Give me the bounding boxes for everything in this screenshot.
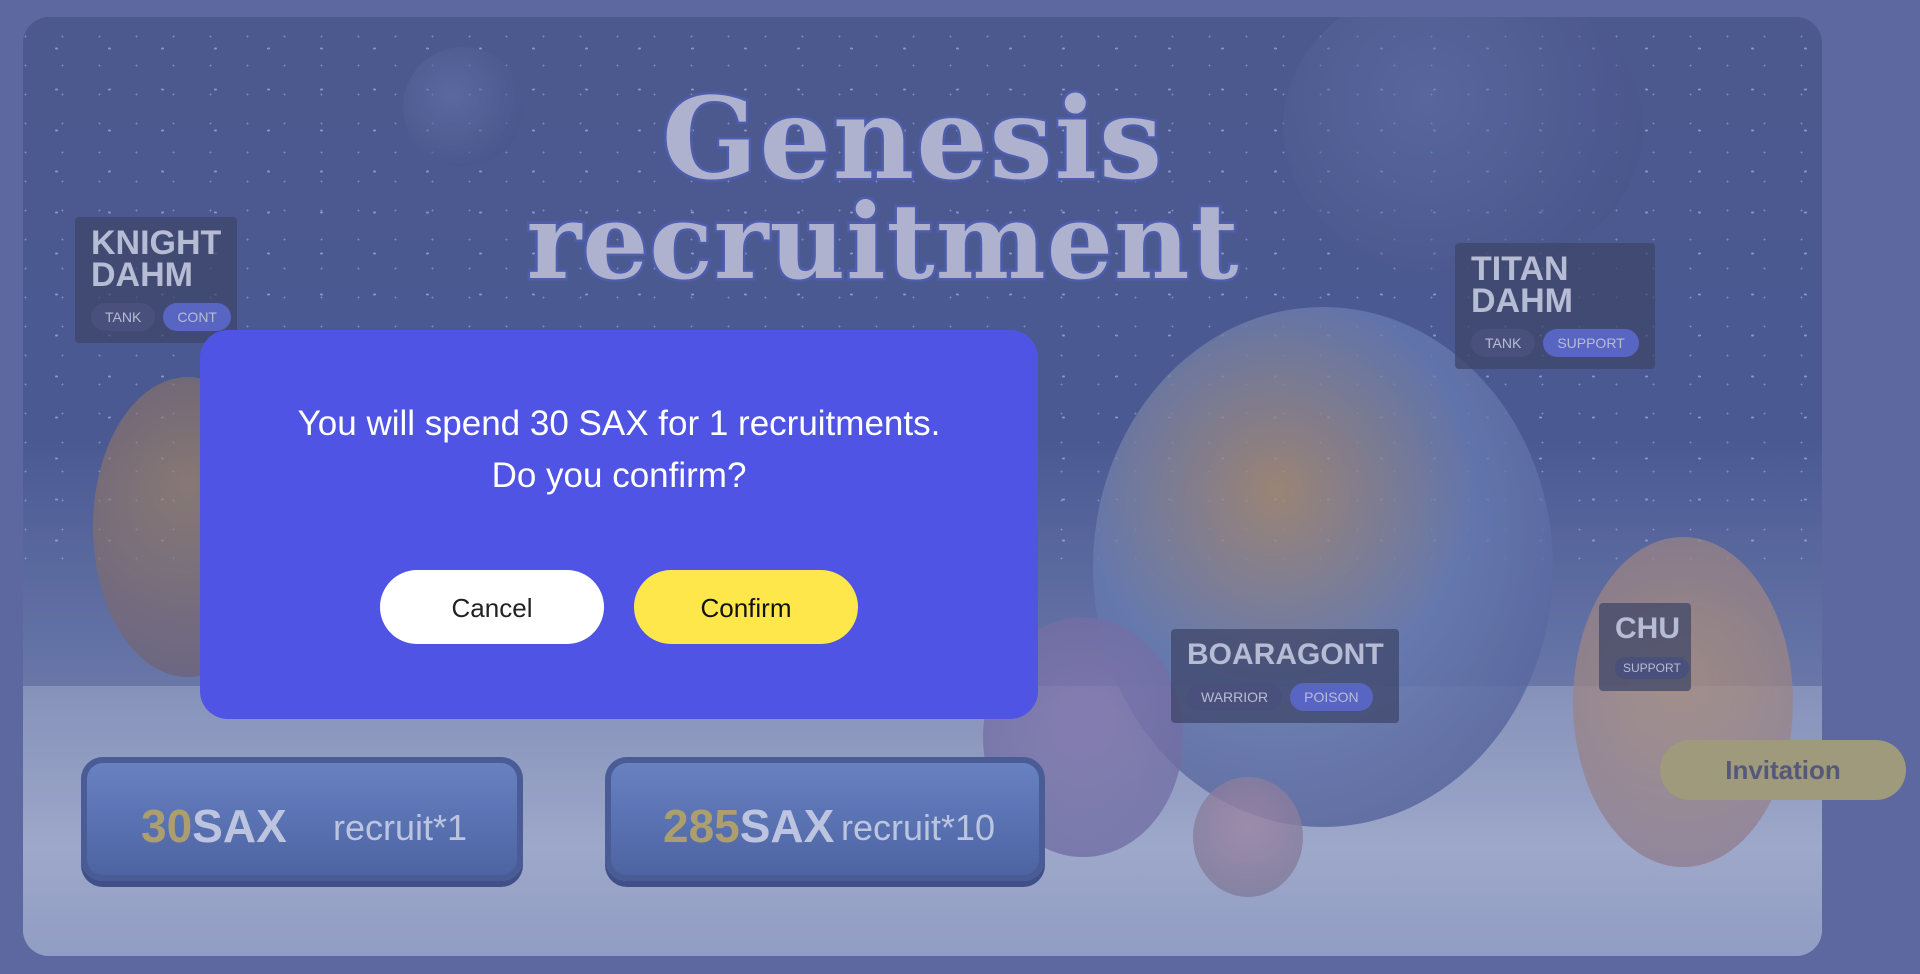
- dialog-message-line-1: You will spend 30 SAX for 1 recruitments…: [297, 404, 941, 443]
- dialog-message: You will spend 30 SAX for 1 recruitments…: [200, 398, 1038, 502]
- dialog-message-line-2: Do you confirm?: [491, 456, 747, 495]
- cancel-button[interactable]: Cancel: [380, 570, 604, 644]
- confirm-button[interactable]: Confirm: [634, 570, 858, 644]
- confirm-dialog: You will spend 30 SAX for 1 recruitments…: [200, 330, 1038, 719]
